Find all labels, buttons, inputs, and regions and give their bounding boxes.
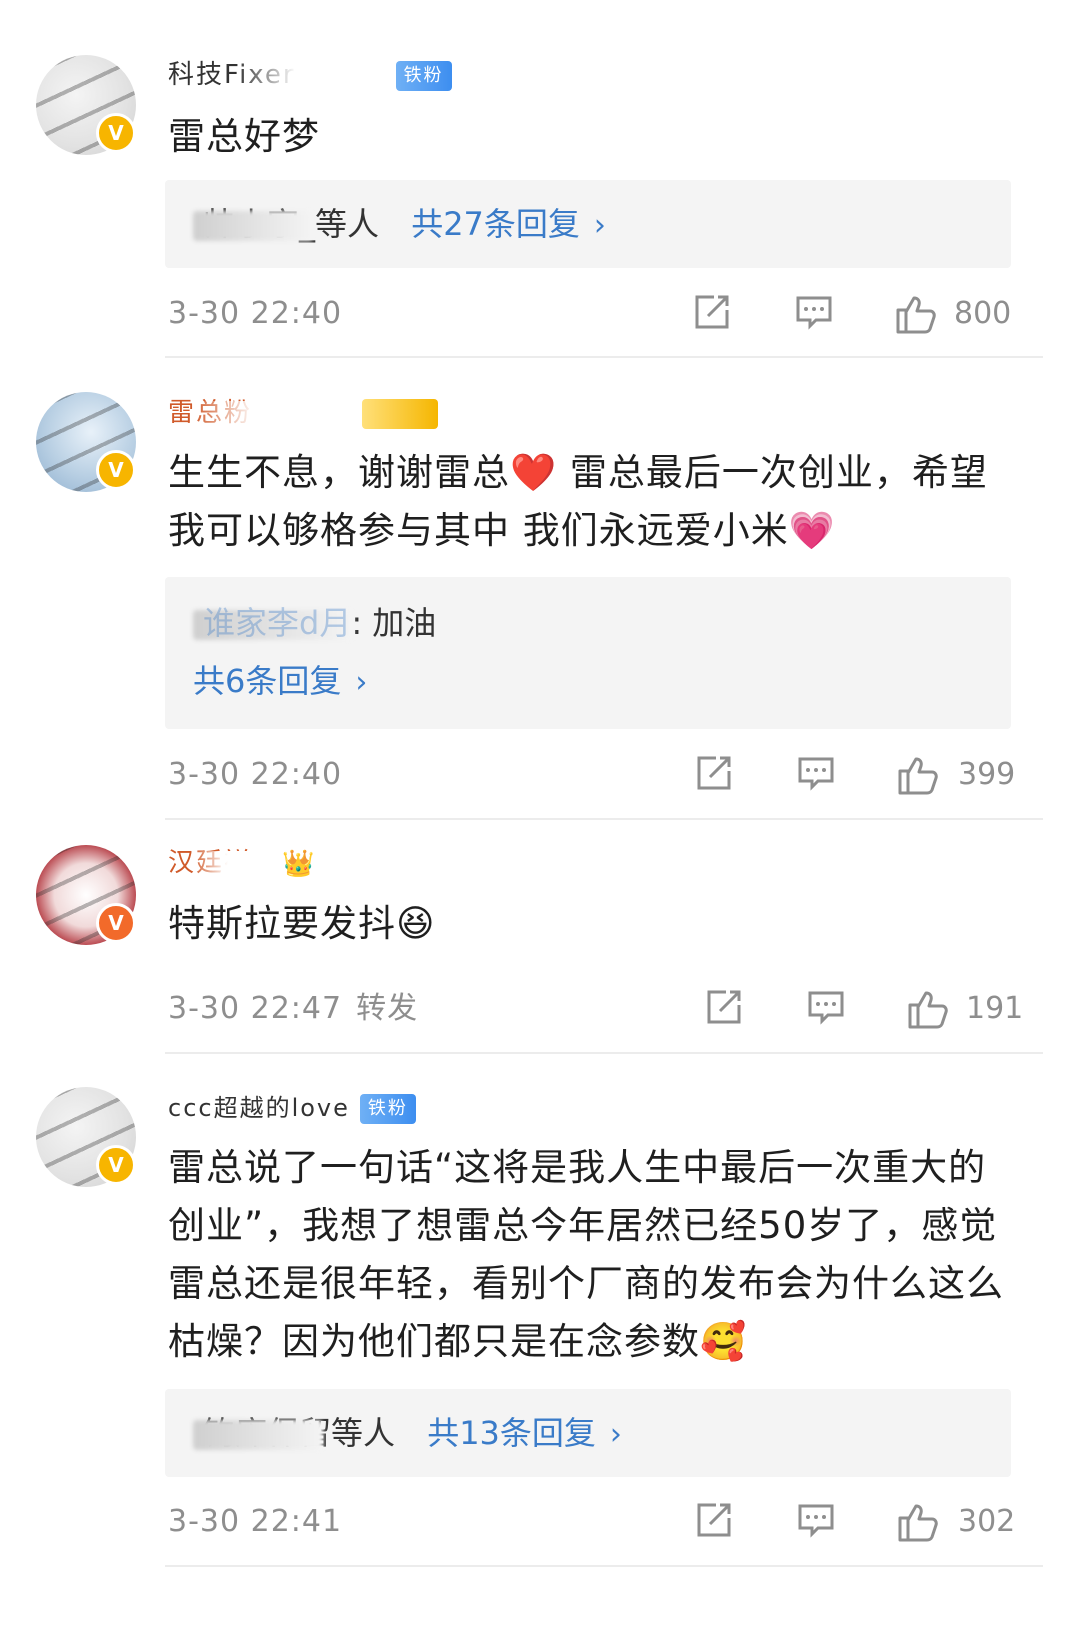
timestamp: 3-30 22:40: [168, 757, 343, 792]
fan-tag: 铁粉: [359, 1093, 416, 1124]
comment-icon[interactable]: [806, 987, 846, 1031]
reply-author[interactable]: 谁家李d月: [203, 604, 351, 642]
fan-tag: 铁粉: [395, 60, 452, 91]
thumbs-up-icon[interactable]: [896, 1500, 940, 1544]
username[interactable]: 汉廷祥👑: [168, 846, 316, 880]
share-icon[interactable]: [694, 1500, 734, 1544]
username-redaction: [192, 400, 353, 427]
verified-badge-icon: V: [96, 113, 136, 153]
fan-tag: [362, 398, 439, 429]
avatar[interactable]: V: [36, 845, 136, 945]
comment-meta: 3-30 22:41 302: [168, 1500, 1015, 1544]
timestamp: 3-30 22:47 转发: [168, 987, 418, 1031]
divider: [165, 356, 1043, 358]
share-icon[interactable]: [694, 753, 734, 797]
verified-badge-icon: V: [96, 1145, 136, 1185]
timestamp-text: 3-30 22:47: [168, 991, 343, 1026]
divider: [165, 818, 1043, 820]
chevron-right-icon[interactable]: ›: [594, 208, 606, 243]
username[interactable]: ccc超越的love 铁粉: [168, 1091, 416, 1125]
reply-summary-box[interactable]: 钓库保留等人 共13条回复›: [165, 1389, 1011, 1477]
comment-icon[interactable]: [796, 753, 836, 797]
share-icon[interactable]: [692, 292, 732, 336]
comment-text: 生生不息，谢谢雷总❤️ 雷总最后一次创业，希望我可以够格参与其中 我们永远爱小米…: [168, 451, 988, 552]
chevron-right-icon[interactable]: ›: [610, 1417, 622, 1452]
like-count: 800: [954, 296, 1012, 331]
comment-meta: 3-30 22:40 800: [168, 292, 1011, 336]
like-count: 191: [966, 991, 1024, 1026]
reply-text: : 加油: [351, 604, 437, 642]
reply-summary-box[interactable]: 帅小宇_等人 共27条回复›: [165, 180, 1011, 268]
username-redaction: [235, 62, 386, 89]
verified-badge-icon: V: [96, 450, 136, 490]
comment-text: 雷总说了一句话“这将是我人生中最后一次重大的创业”，我想了想雷总今年居然已经50…: [168, 1146, 1004, 1363]
chevron-right-icon[interactable]: ›: [355, 665, 367, 700]
like-count: 302: [958, 1504, 1016, 1539]
thumbs-up-icon[interactable]: [896, 753, 940, 797]
username-text[interactable]: ccc超越的love: [168, 1094, 350, 1122]
comment-meta: 3-30 22:47 转发 191: [168, 987, 1023, 1031]
username[interactable]: 科技Fixer 铁粉: [168, 58, 452, 92]
comment-text: 特斯拉要发抖😆: [168, 902, 436, 945]
timestamp: 3-30 22:40: [168, 296, 343, 331]
share-icon[interactable]: [704, 987, 744, 1031]
username-redaction: [192, 850, 283, 877]
avatar[interactable]: V: [36, 1087, 136, 1187]
comment-icon[interactable]: [796, 1500, 836, 1544]
crown-icon: 👑: [282, 848, 317, 879]
comment-text: 雷总好梦: [168, 115, 320, 158]
reply-preview-box[interactable]: 谁家李d月: 加油 共6条回复 ›: [165, 577, 1011, 729]
divider: [165, 1565, 1043, 1567]
thumbs-up-icon[interactable]: [906, 987, 950, 1031]
blurred-reply-names: [193, 211, 313, 241]
timestamp: 3-30 22:41: [168, 1504, 343, 1539]
like-count: 399: [958, 757, 1016, 792]
comment-icon[interactable]: [794, 292, 834, 336]
view-replies-link[interactable]: 共27条回复: [411, 205, 580, 243]
comment-meta: 3-30 22:40 399: [168, 753, 1015, 797]
thumbs-up-icon[interactable]: [894, 292, 938, 336]
avatar[interactable]: V: [36, 392, 136, 492]
verified-badge-icon: V: [96, 903, 136, 943]
view-replies-link[interactable]: 共13条回复: [427, 1414, 596, 1452]
view-replies-link[interactable]: 共6条回复: [193, 662, 341, 700]
username[interactable]: 雷总粉: [168, 396, 439, 430]
blurred-reply-names: [193, 1420, 323, 1450]
avatar[interactable]: V: [36, 55, 136, 155]
divider: [165, 1052, 1043, 1054]
forward-label[interactable]: 转发: [356, 991, 418, 1026]
